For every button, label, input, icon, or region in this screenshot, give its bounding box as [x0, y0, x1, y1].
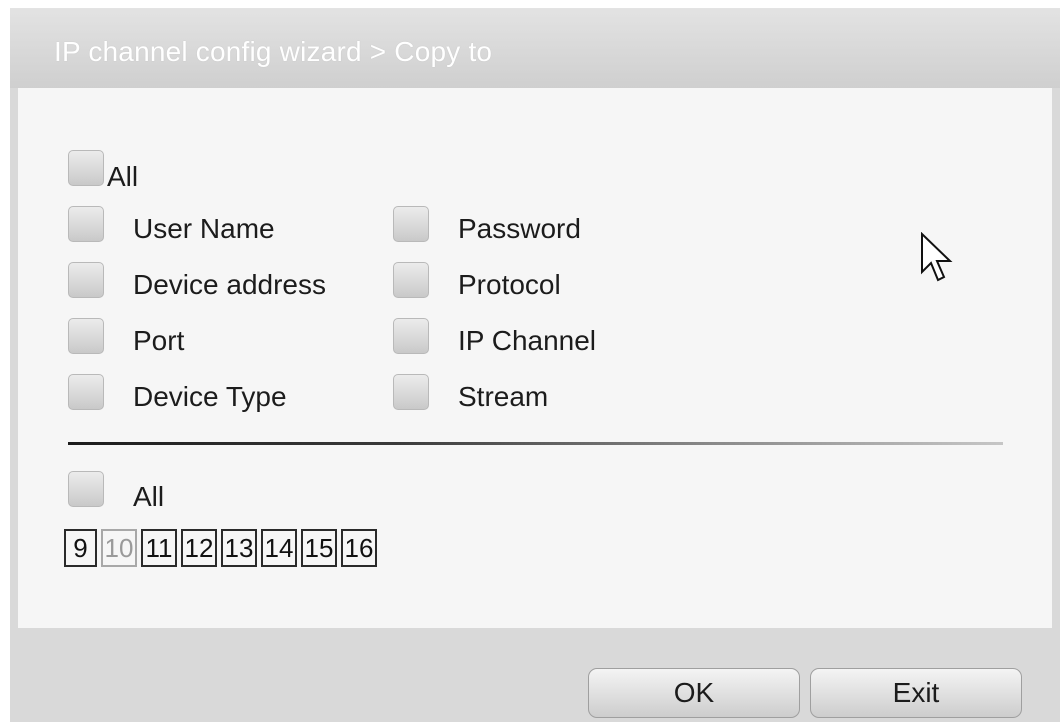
- channel-11-button[interactable]: 11: [141, 529, 177, 567]
- port-label: Port: [133, 325, 185, 356]
- device-type-label: Device Type: [133, 381, 287, 412]
- ip-channel-checkbox[interactable]: [393, 318, 429, 354]
- channel-9-button[interactable]: 9: [64, 529, 97, 567]
- password-label: Password: [458, 213, 581, 244]
- exit-button[interactable]: Exit: [810, 668, 1022, 718]
- user-name-checkbox[interactable]: [68, 206, 104, 242]
- protocol-checkbox[interactable]: [393, 262, 429, 298]
- device-address-label: Device address: [133, 269, 326, 300]
- device-type-checkbox[interactable]: [68, 374, 104, 410]
- stream-label: Stream: [458, 381, 549, 412]
- all-params-label: All: [107, 161, 139, 192]
- all-channels-checkbox[interactable]: [68, 471, 104, 507]
- mouse-pointer-icon: [921, 232, 953, 282]
- user-name-label: User Name: [133, 213, 275, 244]
- device-address-checkbox[interactable]: [68, 262, 104, 298]
- channel-12-button[interactable]: 12: [181, 529, 217, 567]
- ok-button[interactable]: OK: [588, 668, 800, 718]
- ip-channel-label: IP Channel: [458, 325, 597, 356]
- channel-13-button[interactable]: 13: [221, 529, 257, 567]
- protocol-label: Protocol: [458, 269, 561, 300]
- channel-16-button[interactable]: 16: [341, 529, 377, 567]
- section-divider: [68, 442, 1003, 445]
- all-channels-label: All: [133, 481, 165, 512]
- all-params-checkbox[interactable]: [68, 150, 104, 186]
- copy-to-dialog: IP channel config wizard > Copy to All U…: [10, 8, 1060, 722]
- stream-checkbox[interactable]: [393, 374, 429, 410]
- content-panel: All User Name Device address Port Device…: [18, 88, 1052, 628]
- channel-10-button[interactable]: 10: [101, 529, 137, 567]
- channel-14-button[interactable]: 14: [261, 529, 297, 567]
- title-bar: IP channel config wizard > Copy to: [10, 8, 1060, 88]
- port-checkbox[interactable]: [68, 318, 104, 354]
- channel-15-button[interactable]: 15: [301, 529, 337, 567]
- password-checkbox[interactable]: [393, 206, 429, 242]
- dialog-title: IP channel config wizard > Copy to: [54, 36, 493, 67]
